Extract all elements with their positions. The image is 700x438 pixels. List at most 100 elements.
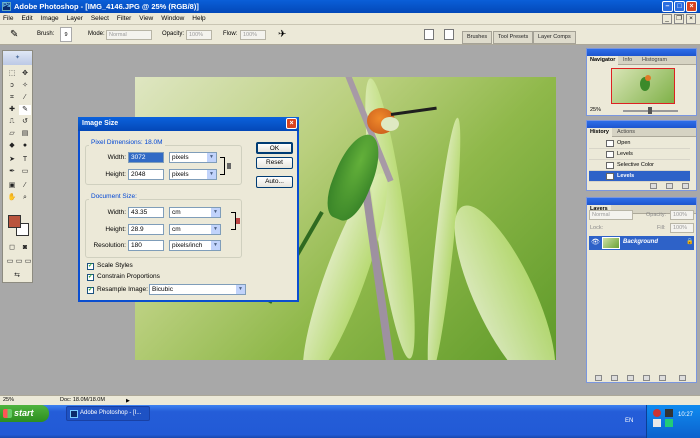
history-item-selected[interactable]: Levels [589,171,690,182]
resolution-input[interactable]: 180 [128,240,164,251]
stamp-tool-icon[interactable]: ⎍ [6,117,18,127]
zoom-tool-icon[interactable]: ⌕ [19,193,31,203]
brush-tool-active-icon[interactable]: ✎ [19,105,31,115]
tray-clock[interactable]: 10:27 [678,412,693,418]
new-document-from-state-icon[interactable] [650,183,657,189]
brush-tool-icon[interactable]: ✎ [10,29,18,40]
layer-mask-icon[interactable] [627,375,634,381]
fill-field[interactable]: 100% [670,223,694,233]
doc-width-input[interactable]: 43.35 [128,207,164,218]
height-input[interactable]: 2048 [128,169,164,180]
status-zoom[interactable]: 25% [3,396,14,405]
doc-restore-icon[interactable]: ❐ [674,14,684,24]
layer-opacity-field[interactable]: 100% [670,210,694,220]
doc-width-unit-select[interactable]: cm ▼ [169,207,221,218]
trash-icon[interactable] [682,183,689,189]
doc-minimize-icon[interactable]: _ [662,14,672,24]
history-brush-icon[interactable]: ↺ [19,117,31,127]
menu-edit[interactable]: Edit [21,15,32,22]
doc-height-input[interactable]: 28.9 [128,224,164,235]
menu-window[interactable]: Window [161,15,184,22]
menu-filter[interactable]: Filter [117,15,131,22]
history-item[interactable]: Levels [589,149,690,160]
file-browser-icon[interactable] [424,29,434,40]
doc-close-icon[interactable]: × [686,14,696,24]
adjustment-layer-icon[interactable] [643,375,650,381]
palette-icon[interactable] [444,29,454,40]
panel-titlebar[interactable] [587,198,696,205]
type-tool-icon[interactable]: T [19,155,31,165]
auto-button[interactable]: Auto... [256,176,293,188]
blend-mode-select[interactable]: Normal [589,210,633,220]
scale-styles-checkbox[interactable]: ✓ [87,263,94,270]
menu-file[interactable]: File [3,15,13,22]
height-unit-select[interactable]: pixels ▼ [169,169,217,180]
dialog-title[interactable]: Image Size × [78,117,299,131]
notes-tool-icon[interactable]: ▣ [6,181,18,191]
history-item[interactable]: Open [589,138,690,149]
tab-history[interactable]: History [587,128,612,137]
maximize-icon[interactable]: □ [674,1,685,12]
tray-shield-icon[interactable] [665,409,673,417]
menu-layer[interactable]: Layer [67,15,83,22]
flow-field[interactable]: 100% [240,30,266,40]
menu-image[interactable]: Image [41,15,59,22]
brush-preset-picker[interactable]: 9 [60,27,72,42]
opacity-field[interactable]: 100% [186,30,212,40]
panel-titlebar[interactable] [587,49,696,56]
marquee-tool-icon[interactable]: ⬚ [6,69,18,79]
imageready-jump-icon[interactable]: ⇆ [8,271,26,281]
crop-tool-icon[interactable]: ⌗ [6,93,18,103]
mode-select[interactable]: Normal [106,30,152,40]
delete-layer-icon[interactable] [679,375,686,381]
panel-titlebar[interactable] [587,121,696,128]
tab-navigator[interactable]: Navigator [587,56,619,65]
navigator-zoom[interactable]: 25% [590,107,601,113]
well-tab-brushes[interactable]: Brushes [462,31,493,44]
healing-tool-icon[interactable]: ✚ [6,105,18,115]
path-select-icon[interactable]: ➤ [6,155,18,165]
lasso-tool-icon[interactable]: ↄ [6,81,18,91]
toolbox-header-icon[interactable]: ✦ [3,51,32,65]
zoom-slider-thumb[interactable] [648,107,652,114]
constrain-proportions-checkbox[interactable]: ✓ [87,274,94,281]
dodge-tool-icon[interactable]: ● [19,141,31,151]
eyedropper-icon[interactable]: ⁄ [19,181,31,191]
magic-wand-icon[interactable]: ✧ [19,81,31,91]
blur-tool-icon[interactable]: ◆ [6,141,18,151]
shape-tool-icon[interactable]: ▭ [19,167,31,177]
tray-volume-icon[interactable] [665,419,673,427]
window-title-bar[interactable]: Ps Adobe Photoshop - [IMG_4146.JPG @ 25%… [0,0,700,13]
eraser-tool-icon[interactable]: ▱ [6,129,18,139]
quickmask-mode-icon[interactable]: ◙ [19,243,31,253]
doc-height-unit-select[interactable]: cm ▼ [169,224,221,235]
layer-row-background[interactable]: 👁 Background 🔒 [589,236,694,250]
menu-view[interactable]: View [139,15,153,22]
well-tab-tool-presets[interactable]: Tool Presets [493,31,534,44]
layer-name[interactable]: Background [623,239,658,245]
taskbar-item-photoshop[interactable]: Adobe Photoshop - [I... [66,406,150,421]
hand-tool-icon[interactable]: ✋ [6,193,18,203]
reset-button[interactable]: Reset [256,157,293,169]
width-input[interactable]: 3072 [128,152,164,163]
minimize-icon[interactable]: – [662,1,673,12]
language-indicator[interactable]: EN [625,418,633,424]
resample-method-select[interactable]: Bicubic ▼ [149,284,246,295]
screen-mode-3-icon[interactable]: ▭ [22,257,34,267]
start-button[interactable]: start [0,405,49,422]
resolution-unit-select[interactable]: pixels/inch ▼ [169,240,221,251]
close-icon[interactable]: × [686,1,697,12]
tab-actions[interactable]: Actions [614,128,638,137]
airbrush-icon[interactable]: ✈ [278,29,286,40]
gradient-tool-icon[interactable]: ▤ [19,129,31,139]
tab-histogram[interactable]: Histogram [639,56,670,65]
history-item[interactable]: Selective Color [589,160,690,171]
tray-network-icon[interactable] [653,419,661,427]
move-tool-icon[interactable]: ✥ [19,69,31,79]
tray-app-icon[interactable] [653,409,661,417]
navigator-thumbnail[interactable] [611,68,675,104]
pen-tool-icon[interactable]: ✒ [6,167,18,177]
tab-info[interactable]: Info [620,56,635,65]
menu-select[interactable]: Select [91,15,109,22]
menu-help[interactable]: Help [192,15,205,22]
